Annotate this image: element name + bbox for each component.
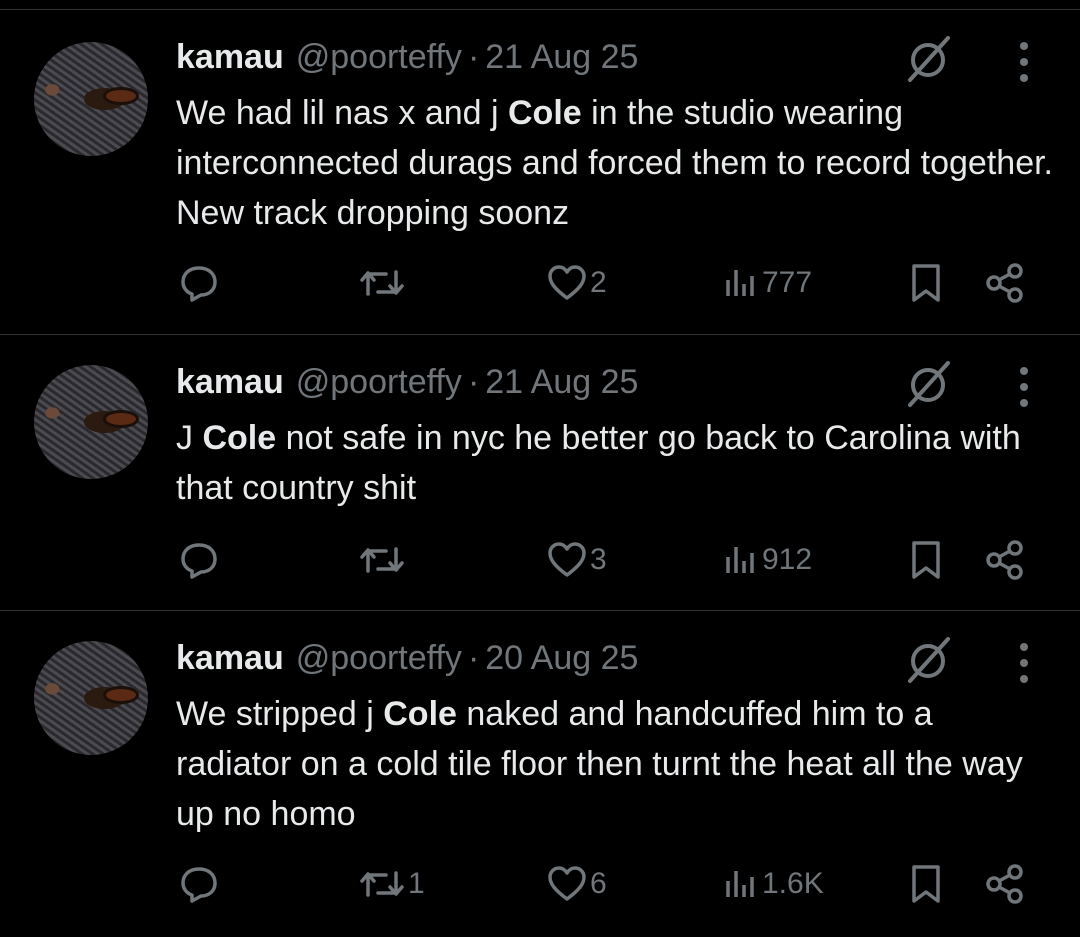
- bookmark-icon: [912, 264, 940, 302]
- grok-icon[interactable]: [904, 635, 954, 685]
- heart-icon: [548, 265, 586, 300]
- tweet-text-part: We had lil nas x and j: [176, 94, 508, 132]
- tweet-date[interactable]: 21 Aug 25: [485, 38, 638, 77]
- author-handle[interactable]: @poorteffy: [296, 639, 462, 678]
- reply-icon: [181, 266, 217, 302]
- tweet-text-part: not safe in nyc he better go back to Car…: [176, 419, 1021, 507]
- more-dots-icon[interactable]: [1012, 40, 1036, 84]
- like-button[interactable]: 3: [546, 539, 607, 581]
- author-handle[interactable]: @poorteffy: [296, 38, 462, 77]
- views-bar-icon: [726, 871, 754, 897]
- reply-icon: [181, 543, 217, 579]
- share-button[interactable]: [984, 539, 1026, 581]
- tweet-feed: kamau @poorteffy · 21 Aug 25 We had lil …: [0, 0, 1080, 937]
- avatar-eye: [106, 90, 136, 102]
- views-bar-icon: [726, 270, 754, 296]
- reply-button[interactable]: [178, 863, 222, 905]
- reply-button[interactable]: [178, 539, 222, 581]
- bookmark-button[interactable]: [908, 539, 944, 581]
- author-name[interactable]: kamau: [176, 639, 284, 678]
- like-count: 2: [590, 266, 607, 299]
- views-button[interactable]: 1.6K: [724, 863, 824, 905]
- tweet-text-bold: Cole: [508, 94, 582, 132]
- tweet-date[interactable]: 21 Aug 25: [485, 363, 638, 402]
- share-button[interactable]: [984, 863, 1026, 905]
- views-bar-icon: [726, 547, 754, 573]
- view-count: 1.6K: [762, 867, 824, 900]
- tweet-header: kamau @poorteffy · 21 Aug 25: [176, 363, 638, 402]
- header-separator: ·: [467, 639, 480, 677]
- action-bar: 1 6 1.6K: [0, 863, 1080, 913]
- view-count: 912: [762, 543, 813, 576]
- share-button[interactable]: [984, 262, 1026, 304]
- like-button[interactable]: 6: [546, 863, 607, 905]
- tweet[interactable]: kamau @poorteffy · 21 Aug 25 J Cole not …: [0, 335, 1080, 611]
- tweet-header: kamau @poorteffy · 21 Aug 25: [176, 38, 638, 77]
- bookmark-button[interactable]: [908, 262, 944, 304]
- more-dots-icon[interactable]: [1012, 365, 1036, 409]
- grok-icon[interactable]: [904, 34, 954, 84]
- repost-count: 1: [408, 867, 425, 900]
- avatar[interactable]: [34, 42, 148, 156]
- tweet-text-bold: Cole: [383, 695, 457, 733]
- repost-button[interactable]: [358, 539, 408, 581]
- tweet-text-bold: Cole: [202, 419, 277, 457]
- like-count: 6: [590, 867, 607, 900]
- views-button[interactable]: 777: [724, 262, 812, 304]
- avatar[interactable]: [34, 641, 148, 755]
- bookmark-icon: [912, 541, 940, 579]
- tweet-header: kamau @poorteffy · 20 Aug 25: [176, 639, 638, 678]
- tweet-text-part: We stripped j: [176, 695, 384, 733]
- bookmark-icon: [912, 865, 940, 903]
- tweet-date[interactable]: 20 Aug 25: [485, 639, 638, 678]
- heart-icon: [548, 866, 586, 901]
- share-icon: [986, 864, 1023, 904]
- tweet-text: J Cole not safe in nyc he better go back…: [176, 413, 1056, 513]
- reply-button[interactable]: [178, 262, 222, 304]
- tweet-text-part: J: [176, 419, 203, 457]
- avatar[interactable]: [34, 365, 148, 479]
- author-name[interactable]: kamau: [176, 363, 284, 402]
- tweet[interactable]: kamau @poorteffy · 20 Aug 25 We stripped…: [0, 611, 1080, 937]
- view-count: 777: [762, 266, 813, 299]
- header-separator: ·: [467, 363, 480, 401]
- repost-icon: [360, 871, 404, 897]
- heart-icon: [548, 542, 586, 577]
- avatar-eye: [106, 413, 136, 425]
- repost-button[interactable]: 1: [358, 863, 425, 905]
- author-name[interactable]: kamau: [176, 38, 284, 77]
- repost-icon: [360, 547, 404, 573]
- bookmark-button[interactable]: [908, 863, 944, 905]
- author-handle[interactable]: @poorteffy: [296, 363, 462, 402]
- action-bar: 2 777: [0, 262, 1080, 312]
- action-bar: 3 912: [0, 539, 1080, 589]
- tweet-text: We had lil nas x and j Cole in the studi…: [176, 88, 1056, 238]
- reply-icon: [181, 867, 217, 903]
- like-button[interactable]: 2: [546, 262, 607, 304]
- like-count: 3: [590, 543, 607, 576]
- repost-icon: [360, 270, 404, 296]
- header-separator: ·: [467, 38, 480, 76]
- avatar-eye: [106, 689, 136, 701]
- repost-button[interactable]: [358, 262, 408, 304]
- tweet[interactable]: kamau @poorteffy · 21 Aug 25 We had lil …: [0, 10, 1080, 335]
- more-dots-icon[interactable]: [1012, 641, 1036, 685]
- grok-icon[interactable]: [904, 359, 954, 409]
- tweet-text: We stripped j Cole naked and handcuffed …: [176, 689, 1056, 839]
- share-icon: [986, 263, 1023, 303]
- views-button[interactable]: 912: [724, 539, 812, 581]
- share-icon: [986, 540, 1023, 580]
